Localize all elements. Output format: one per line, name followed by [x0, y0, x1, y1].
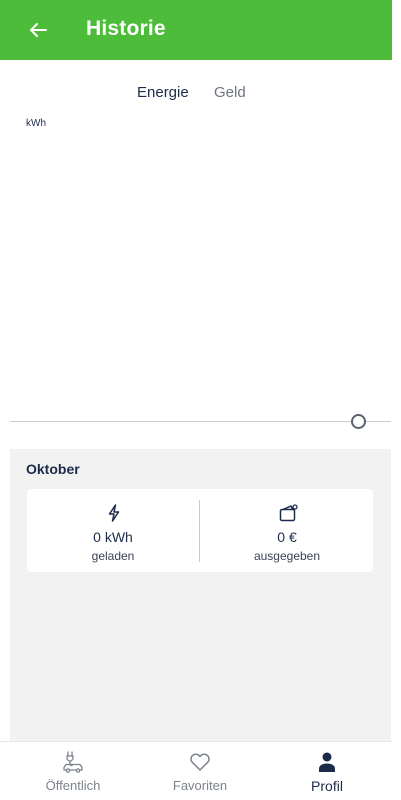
money-value: 0 € — [277, 529, 297, 545]
chart-area — [10, 130, 392, 410]
app-screen: Historie Energie Geld kWh Oktober 0 kWh … — [0, 0, 401, 800]
person-icon — [319, 752, 335, 772]
month-summary-panel: Oktober 0 kWh geladen 0 € ausgegeben — [10, 449, 391, 741]
nav-item-favoriten[interactable]: Favoriten — [135, 742, 265, 800]
heart-icon — [190, 753, 210, 771]
nav-item-oeffentlich[interactable]: Öffentlich — [8, 742, 138, 800]
app-header: Historie — [0, 0, 392, 60]
nav-label-oeffentlich: Öffentlich — [45, 778, 101, 793]
nav-label-profil: Profil — [311, 778, 343, 794]
page-title: Historie — [86, 17, 166, 40]
chart-unit-label: kWh — [26, 118, 46, 129]
month-title: Oktober — [26, 461, 80, 477]
arrow-left-icon — [30, 23, 47, 37]
timeline-slider-thumb[interactable] — [351, 414, 366, 429]
money-stat: 0 € ausgegeben — [201, 489, 373, 572]
energy-label: geladen — [91, 549, 135, 563]
energy-value: 0 kWh — [93, 529, 133, 545]
tab-energie[interactable]: Energie — [137, 84, 189, 101]
tab-geld[interactable]: Geld — [214, 84, 246, 101]
nav-label-favoriten: Favoriten — [172, 778, 228, 793]
car-charging-icon — [63, 751, 83, 773]
back-button[interactable] — [24, 16, 52, 44]
nav-item-profil[interactable]: Profil — [262, 742, 392, 800]
money-label: ausgegeben — [253, 549, 321, 563]
bottom-navigation: Öffentlich Favoriten Profil — [0, 741, 392, 800]
stats-card: 0 kWh geladen 0 € ausgegeben — [27, 489, 373, 572]
wallet-icon — [279, 504, 298, 522]
lightning-icon — [108, 504, 120, 522]
energy-stat: 0 kWh geladen — [27, 489, 199, 572]
timeline-slider-track[interactable] — [10, 421, 391, 422]
stats-divider — [199, 500, 200, 562]
history-tabs: Energie Geld — [0, 84, 392, 106]
